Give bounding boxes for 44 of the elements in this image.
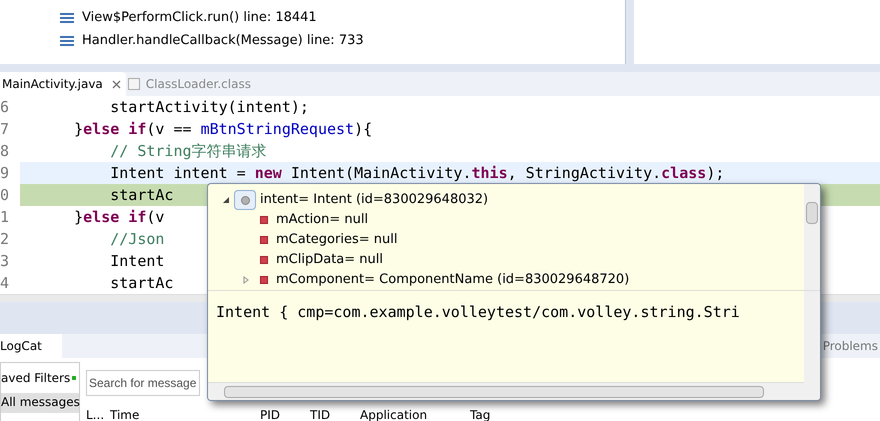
search-field[interactable]: Search for message (86, 370, 200, 396)
line-number: 8 (0, 140, 10, 162)
variable-label[interactable]: mCategories= null (276, 230, 398, 250)
variable-label[interactable]: mAction= null (276, 210, 368, 230)
line-number: 1 (0, 206, 10, 228)
filter-item[interactable]: All messages (1, 393, 79, 413)
stack-frame-icon (60, 12, 74, 24)
collapse-arrow-icon[interactable] (222, 196, 230, 204)
column-header[interactable]: L... (86, 406, 110, 421)
logcat-tab[interactable]: LogCat (0, 334, 62, 358)
horizontal-scrollbar[interactable] (208, 382, 804, 400)
variable-label[interactable]: mComponent= ComponentName (id=830029648720) (276, 270, 630, 290)
code-line: Intent (109, 250, 164, 272)
code-line: startAc (109, 272, 174, 294)
value-detail-text: Intent { cmp=com.example.volleytest/com.volley.string.Stri (216, 303, 740, 321)
line-number: 4 (0, 272, 10, 294)
column-header[interactable]: PID (260, 406, 310, 421)
vertical-scrollbar[interactable] (804, 291, 820, 400)
expand-arrow-icon[interactable] (242, 276, 250, 284)
stack-frame[interactable]: Handler.handleCallback(Message) line: 733 (82, 30, 364, 50)
line-number: 3 (0, 250, 10, 272)
column-header[interactable]: TID (310, 406, 360, 421)
code-line: startAc (109, 184, 174, 206)
line-number: 0 (0, 184, 10, 206)
variable-label[interactable]: mClipData= null (276, 250, 383, 270)
column-header[interactable]: Time (110, 406, 260, 421)
code-line: //Json (109, 228, 164, 250)
line-number: 9 (0, 162, 10, 184)
vertical-scrollbar[interactable] (804, 184, 820, 290)
code-line: startActivity(intent); (109, 96, 309, 118)
line-number: 6 (0, 96, 10, 118)
filters-title: aved Filters (1, 370, 70, 387)
code-line: Intent intent = new Intent(MainActivity.this, StringActivity.class); (109, 162, 724, 184)
variable-label[interactable]: intent= Intent (id=830029648032) (260, 190, 488, 210)
line-number: 2 (0, 228, 10, 250)
close-icon[interactable] (112, 80, 121, 88)
class-file-icon (128, 78, 140, 90)
code-line: }else if(v (73, 206, 164, 228)
line-number: 7 (0, 118, 10, 140)
code-line: // String字符串请求 (109, 140, 267, 162)
code-line: }else if(v == mBtnStringRequest){ (73, 118, 372, 140)
stack-frame[interactable]: View$PerformClick.run() line: 18441 (82, 8, 317, 28)
editor-tab[interactable]: MainActivity.java (0, 72, 126, 96)
stack-frame-icon (60, 34, 74, 46)
